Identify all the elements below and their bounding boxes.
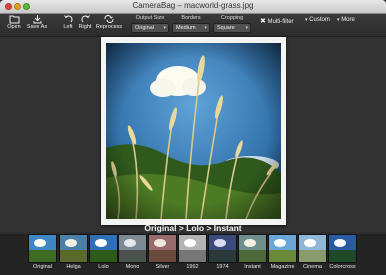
open-button[interactable]: Open — [4, 14, 24, 31]
filter-thumb-1962[interactable]: 1962 — [178, 234, 207, 271]
save-as-button[interactable]: Save As — [25, 14, 49, 31]
output-size-label: Output Size — [135, 15, 165, 21]
multi-filter-button[interactable]: ✖ Multi-filter — [260, 17, 294, 25]
app-window: CameraBag – macworld-grass.jpg Open Save… — [0, 0, 386, 275]
chevron-down-icon: ▾ — [337, 17, 340, 23]
filter-name: Helga — [66, 264, 81, 270]
filter-strip: Original Helga Lolo Mono Silver 1962 197… — [0, 234, 386, 275]
filter-chain-caption: Original > Lolo > Instant — [144, 223, 242, 233]
filter-preview — [28, 234, 57, 263]
filter-thumb-1974[interactable]: 1974 — [208, 234, 237, 271]
filter-name: Cinema — [303, 264, 322, 270]
reprocess-icon — [104, 14, 114, 24]
filter-name: Colorcross — [329, 264, 356, 270]
photo-border — [101, 37, 286, 225]
borders-label: Borders — [181, 15, 201, 21]
filter-name: Magazine — [270, 264, 295, 270]
rotate-right-icon — [80, 15, 90, 23]
cropping-label: Cropping — [220, 15, 244, 21]
save-as-label: Save As — [26, 24, 48, 30]
title-bar: CameraBag – macworld-grass.jpg — [0, 0, 386, 14]
filter-preview — [298, 234, 327, 263]
filter-preview — [238, 234, 267, 263]
filter-preview — [178, 234, 207, 263]
chevron-down-icon: ▾ — [305, 17, 308, 23]
cropping-value: Square — [217, 25, 235, 31]
save-icon — [33, 15, 41, 24]
filter-name: Original — [33, 264, 52, 270]
borders-group: Borders Medium ▾ — [172, 15, 210, 33]
open-label: Open — [7, 24, 21, 30]
filter-name: Instant — [244, 264, 261, 270]
window-title: CameraBag – macworld-grass.jpg — [132, 1, 254, 10]
filter-thumb-magazine[interactable]: Magazine — [268, 234, 297, 271]
custom-label: Custom — [309, 17, 330, 23]
filter-thumb-original[interactable]: Original — [28, 234, 57, 271]
toolbar: Open Save As Left Right Reprocess Output… — [0, 14, 386, 37]
output-size-value: Original — [135, 25, 154, 31]
more-label: More — [341, 17, 355, 23]
more-menu-button[interactable]: ▾ More — [337, 17, 355, 23]
filter-preview — [208, 234, 237, 263]
borders-value: Medium — [176, 25, 196, 31]
close-x-icon: ✖ — [260, 18, 266, 25]
right-label: Right — [78, 24, 92, 30]
filter-preview — [59, 234, 88, 263]
filter-preview — [268, 234, 297, 263]
filter-thumb-colorcross[interactable]: Colorcross — [328, 234, 357, 271]
preview-canvas — [0, 37, 386, 232]
output-size-group: Output Size Original ▾ — [131, 15, 169, 33]
reprocess-button[interactable]: Reprocess — [94, 14, 124, 31]
filter-name: 1974 — [216, 264, 229, 270]
filter-name: Silver — [155, 264, 170, 270]
filter-preview — [148, 234, 177, 263]
preview-photo[interactable] — [106, 43, 281, 219]
chevron-down-icon: ▾ — [163, 25, 166, 31]
filter-preview — [328, 234, 357, 263]
rotate-right-button[interactable]: Right — [77, 14, 93, 31]
cropping-select[interactable]: Square ▾ — [213, 23, 251, 33]
filter-thumb-mono[interactable]: Mono — [118, 234, 147, 271]
filter-preview — [89, 234, 118, 263]
reprocess-label: Reprocess — [95, 24, 123, 30]
output-size-select[interactable]: Original ▾ — [131, 23, 169, 33]
filter-thumb-silver[interactable]: Silver — [148, 234, 177, 271]
filter-name: Mono — [125, 264, 140, 270]
filter-thumb-helga[interactable]: Helga — [59, 234, 88, 271]
chevron-down-icon: ▾ — [245, 25, 248, 31]
grass-photo-image — [106, 43, 281, 219]
filter-name: Lolo — [98, 264, 109, 270]
cropping-group: Cropping Square ▾ — [213, 15, 251, 33]
left-label: Left — [63, 24, 73, 30]
custom-menu-button[interactable]: ▾ Custom — [305, 17, 330, 23]
filter-thumb-instant[interactable]: Instant — [238, 234, 267, 271]
borders-select[interactable]: Medium ▾ — [172, 23, 210, 33]
filter-thumb-cinema[interactable]: Cinema — [298, 234, 327, 271]
filter-name: 1962 — [186, 264, 199, 270]
rotate-left-button[interactable]: Left — [60, 14, 76, 31]
chevron-down-icon: ▾ — [204, 25, 207, 31]
multi-filter-label: Multi-filter — [267, 19, 294, 25]
folder-icon — [9, 15, 19, 24]
filter-thumb-lolo[interactable]: Lolo — [89, 234, 118, 271]
filter-preview — [118, 234, 147, 263]
rotate-left-icon — [63, 15, 73, 23]
